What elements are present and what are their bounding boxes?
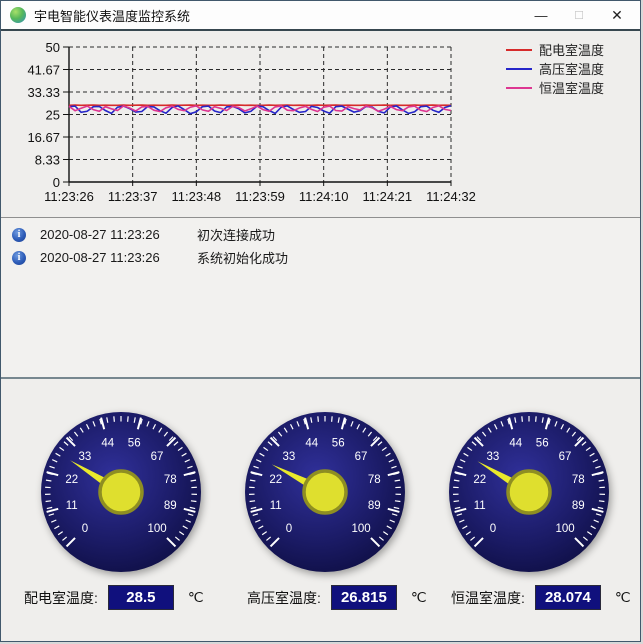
gauge-tick-label: 78: [368, 474, 381, 486]
maximize-button: ☐: [574, 9, 584, 22]
gauge-panel: 0 11 22 33 44 56 67 78 89 100 0 11 22 33 44 56 67 78 89 10…: [1, 379, 640, 641]
gauge-tick-label: 33: [79, 451, 92, 463]
gauge-tick-label: 67: [559, 451, 572, 463]
gauge-tick-label: 44: [101, 438, 114, 450]
gauge-tick-label: 33: [283, 451, 296, 463]
gauge-tick-label: 100: [147, 523, 166, 535]
gauge-readout: 配电室温度: 28.5 ℃: [24, 585, 204, 610]
legend-line-blue: [506, 67, 532, 70]
gauge-tick-label: 44: [509, 438, 522, 450]
x-tick-label: 11:23:26: [44, 189, 94, 204]
gauge-hub: [506, 469, 552, 515]
gauge-constant-temp-room: 0 11 22 33 44 56 67 78 89 100: [444, 407, 614, 577]
gauge-unit: ℃: [614, 589, 631, 605]
gauge-tick-label: 67: [355, 451, 368, 463]
gauge-tick-label: 100: [555, 523, 574, 535]
gauge-tick-label: 44: [305, 438, 318, 450]
y-tick-label: 8.33: [35, 153, 60, 168]
chart-legend: 配电室温度 高压室温度 恒温室温度: [506, 40, 604, 97]
x-tick-label: 11:23:37: [108, 189, 158, 204]
gauge-high-voltage-room: 0 11 22 33 44 56 67 78 89 100: [240, 407, 410, 577]
gauge-unit: ℃: [187, 589, 204, 605]
legend-label: 恒温室温度: [539, 81, 605, 96]
x-tick-label: 11:24:32: [426, 189, 476, 204]
y-tick-label: 41.67: [27, 62, 60, 77]
gauge-value-display: 28.074: [534, 585, 601, 610]
gauge-tick-label: 56: [332, 438, 345, 450]
legend-line-red: [506, 48, 532, 51]
gauge-dial: 0 11 2233 44 56 6778 89 100: [449, 412, 609, 572]
gauge-readout: 恒温室温度: 28.074 ℃: [451, 585, 631, 610]
log-message: 初次连接成功: [197, 228, 276, 243]
gauge-tick-label: 22: [65, 474, 78, 486]
gauge-tick-label: 0: [490, 523, 496, 535]
event-log-list[interactable]: i 2020-08-27 11:23:26 初次连接成功 i 2020-08-2…: [1, 217, 640, 377]
legend-item: 高压室温度: [506, 59, 604, 78]
gauge-tick-label: 33: [487, 451, 500, 463]
titlebar: 宇电智能仪表温度监控系统 — ☐ ✕: [1, 1, 640, 29]
gauge-label: 高压室温度:: [247, 589, 321, 606]
legend-item: 恒温室温度: [506, 78, 604, 97]
gauge-tick-label: 89: [368, 500, 381, 512]
legend-line-magenta: [506, 86, 532, 89]
gauge-tick-label: 22: [269, 474, 282, 486]
gauge-tick-label: 67: [151, 451, 164, 463]
gauge-tick-label: 11: [270, 500, 282, 512]
gauge-tick-label: 0: [82, 523, 88, 535]
gauge-tick-label: 11: [66, 500, 78, 512]
gauge-label: 配电室温度:: [24, 589, 98, 606]
gauge-tick-label: 78: [164, 474, 177, 486]
gauge-label: 恒温室温度:: [451, 589, 525, 606]
log-timestamp: 2020-08-27 11:23:26: [40, 227, 160, 242]
gauge-tick-label: 56: [128, 438, 141, 450]
x-tick-label: 11:24:21: [363, 189, 413, 204]
gauge-tick-label: 89: [572, 500, 585, 512]
y-tick-label: 50: [46, 40, 60, 55]
gauge-tick-label: 89: [164, 500, 177, 512]
gauge-tick-label: 78: [572, 474, 585, 486]
gauge-value-display: 28.5: [107, 585, 174, 610]
legend-label: 配电室温度: [539, 43, 605, 58]
y-tick-label: 16.67: [27, 130, 60, 145]
log-row[interactable]: i 2020-08-27 11:23:26 初次连接成功: [1, 223, 640, 246]
legend-label: 高压室温度: [539, 62, 605, 77]
info-icon: i: [12, 250, 26, 265]
gauge-value-display: 26.815: [330, 585, 397, 610]
gauge-hub: [98, 469, 144, 515]
info-icon: i: [12, 227, 26, 242]
app-window: 宇电智能仪表温度监控系统 — ☐ ✕ 11:23:26 11:23:37 11:23…: [0, 0, 641, 642]
x-tick-label: 11:23:48: [172, 189, 222, 204]
y-tick-label: 25: [46, 108, 60, 123]
log-row[interactable]: i 2020-08-27 11:23:26 系统初始化成功: [1, 246, 640, 269]
gauge-dial: 0 11 2233 44 56 6778 89 100: [41, 412, 201, 572]
log-message: 系统初始化成功: [197, 251, 289, 266]
gauge-tick-label: 100: [351, 523, 370, 535]
log-timestamp: 2020-08-27 11:23:26: [40, 250, 160, 265]
gauge-tick-label: 11: [474, 500, 486, 512]
x-tick-label: 11:23:59: [235, 189, 285, 204]
x-tick-label: 11:24:10: [299, 189, 349, 204]
window-title: 宇电智能仪表温度监控系统: [34, 8, 191, 24]
gauge-distribution-room: 0 11 22 33 44 56 67 78 89 100: [36, 407, 206, 577]
y-tick-label: 33.33: [27, 85, 60, 100]
gauge-readout: 高压室温度: 26.815 ℃: [247, 585, 427, 610]
minimize-button[interactable]: —: [522, 1, 560, 29]
gauge-tick-label: 56: [536, 438, 549, 450]
window-controls: — ☐ ✕: [522, 1, 636, 29]
app-icon: [10, 7, 26, 23]
chart-panel: 11:23:26 11:23:37 11:23:48 11:23:59 11:24:10…: [1, 31, 640, 217]
close-button[interactable]: ✕: [598, 1, 636, 29]
gauge-hub: [302, 469, 348, 515]
gauge-tick-label: 22: [473, 474, 486, 486]
gauge-dial: 0 11 2233 44 56 6778 89 100: [245, 412, 405, 572]
y-tick-label: 0: [53, 175, 60, 190]
gauge-tick-label: 0: [286, 523, 292, 535]
legend-item: 配电室温度: [506, 40, 604, 59]
gauge-unit: ℃: [410, 589, 427, 605]
